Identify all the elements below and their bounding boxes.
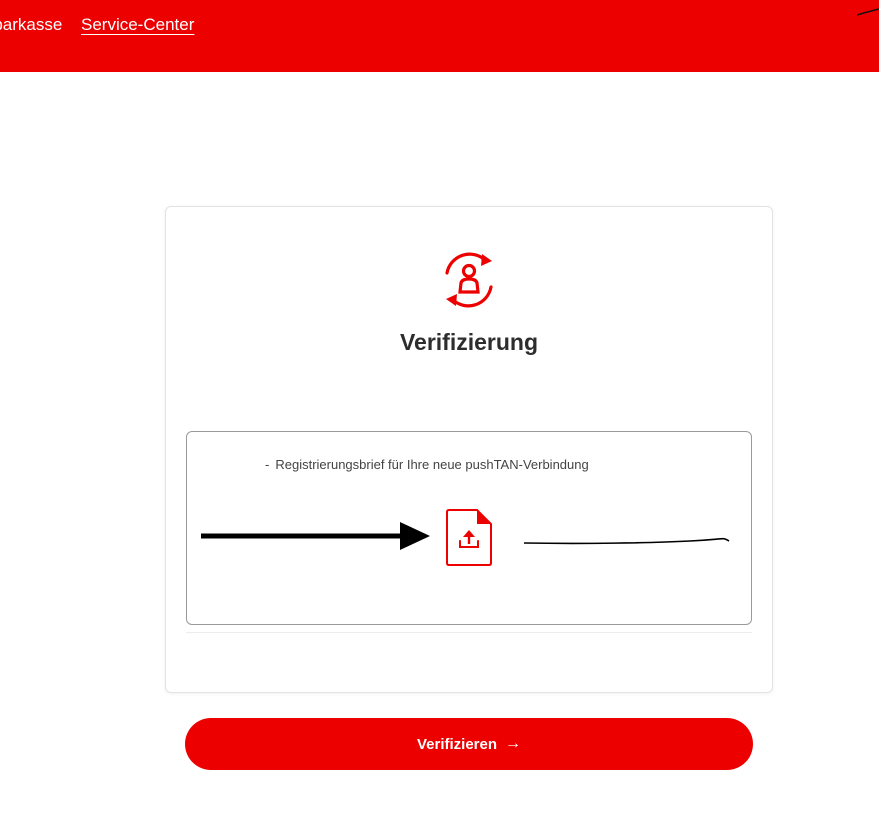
card-title: Verifizierung (399, 329, 539, 355)
list-dash: - (265, 457, 270, 472)
nav-link-sparkasse[interactable]: Sparkasse (0, 15, 62, 35)
verify-button-label: Verifizieren (416, 735, 498, 753)
verify-button[interactable]: Verifizieren → (185, 718, 753, 770)
required-document-item: - Registrierungsbrief für Ihre neue pushT… (265, 457, 589, 472)
top-header: Sparkasse Service-Center (0, 0, 879, 72)
document-upload-area[interactable]: - Registrierungsbrief für Ihre neue pushT… (186, 431, 752, 625)
arrow-right-icon: → (505, 735, 522, 752)
scribble-annotation (523, 537, 730, 545)
arrow-annotation (201, 522, 430, 550)
document-upload-icon[interactable] (445, 509, 493, 567)
document-label: Registrierungsbrief für Ihre neue pushTA… (275, 457, 589, 472)
user-refresh-icon (445, 252, 493, 308)
divider (186, 632, 752, 633)
verification-card: Verifizierung - Registrierungsbrief für I… (165, 206, 773, 693)
nav-link-service-center[interactable]: Service-Center (81, 15, 194, 35)
header-scribble-mark (857, 8, 879, 16)
